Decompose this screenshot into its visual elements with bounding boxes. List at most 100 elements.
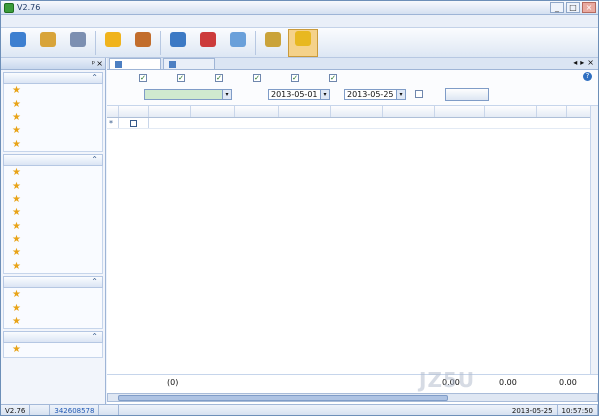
- toolbar-button-globe[interactable]: [3, 29, 33, 57]
- pin-icon[interactable]: ᵖ: [92, 59, 95, 68]
- toolbar: [1, 28, 598, 58]
- toolbar-separator: [95, 31, 96, 55]
- tab-prev-icon[interactable]: ◂: [573, 58, 577, 67]
- total-count: (0): [167, 378, 179, 387]
- tab-icon: [169, 60, 176, 68]
- menu-item[interactable]: [243, 16, 267, 26]
- filter-checkbox[interactable]: ✓: [139, 74, 147, 82]
- toolbar-separator: [160, 31, 161, 55]
- sidebar-item[interactable]: ★: [4, 343, 102, 356]
- data-grid: *: [107, 106, 598, 374]
- toolbar-button-exit[interactable]: [288, 29, 318, 57]
- column-header[interactable]: [435, 106, 485, 117]
- minimize-button[interactable]: _: [550, 2, 564, 13]
- menu-item[interactable]: [5, 16, 29, 26]
- sidebar-item[interactable]: ★: [4, 111, 102, 124]
- account-select[interactable]: ▾: [144, 88, 232, 100]
- sidebar-item[interactable]: ★: [4, 166, 102, 179]
- star-icon: ★: [12, 138, 21, 150]
- sidebar-item[interactable]: ★: [4, 179, 102, 192]
- maximize-button[interactable]: □: [566, 2, 580, 13]
- sidebar-item[interactable]: ★: [4, 315, 102, 328]
- status-info: [30, 405, 51, 415]
- tab-receivable-payable[interactable]: [163, 58, 215, 69]
- filter-checkbox[interactable]: ✓: [177, 74, 185, 82]
- status-link[interactable]: [99, 405, 120, 415]
- column-header[interactable]: [191, 106, 235, 117]
- table-row[interactable]: *: [107, 118, 598, 129]
- filter-checkbox[interactable]: ✓: [215, 74, 223, 82]
- column-header[interactable]: [279, 106, 331, 117]
- menu-item[interactable]: [209, 16, 233, 26]
- menu-item[interactable]: [175, 16, 199, 26]
- main-panel: ◂ ▸ × ✓ ✓ ✓ ✓ ✓ ✓ ? ▾ 2013-05-01 ▾ 2013-…: [107, 58, 598, 404]
- sidebar-section-header[interactable]: ⌃: [3, 153, 103, 166]
- date-from-input[interactable]: 2013-05-01 ▾: [268, 88, 330, 100]
- sidebar-item[interactable]: ★: [4, 288, 102, 301]
- row-select-cell[interactable]: [119, 118, 149, 128]
- column-header[interactable]: [537, 106, 567, 117]
- all-checkbox[interactable]: [415, 90, 423, 98]
- sidebar-item[interactable]: ★: [4, 233, 102, 246]
- tab-close-icon[interactable]: ×: [587, 58, 594, 67]
- column-header[interactable]: [485, 106, 537, 117]
- toolbar-button-document[interactable]: [63, 29, 93, 57]
- tab-next-icon[interactable]: ▸: [580, 58, 584, 67]
- sidebar-section-header[interactable]: ⌃: [3, 72, 103, 84]
- sidebar-item[interactable]: ★: [4, 97, 102, 110]
- status-time: 10:57:50: [558, 405, 598, 415]
- sidebar-item[interactable]: ★: [4, 84, 102, 97]
- column-header[interactable]: [235, 106, 279, 117]
- exit-icon: [295, 31, 311, 46]
- horizontal-scrollbar[interactable]: [107, 393, 598, 402]
- filter-checkbox[interactable]: ✓: [329, 74, 337, 82]
- sidebar-close-icon[interactable]: ×: [96, 59, 103, 68]
- column-header[interactable]: [149, 106, 191, 117]
- chevron-up-icon[interactable]: ⌃: [91, 332, 98, 341]
- chevron-up-icon[interactable]: ⌃: [91, 155, 98, 164]
- menu-item[interactable]: [39, 16, 63, 26]
- star-icon: ★: [12, 316, 21, 328]
- sidebar-item[interactable]: ★: [4, 246, 102, 259]
- menu-item[interactable]: [141, 16, 165, 26]
- column-header[interactable]: [331, 106, 383, 117]
- sidebar-item[interactable]: ★: [4, 138, 102, 151]
- menu-item[interactable]: [73, 16, 97, 26]
- toolbar-button-lock[interactable]: [258, 29, 288, 57]
- sidebar-item[interactable]: ★: [4, 206, 102, 219]
- sidebar-item[interactable]: ★: [4, 220, 102, 233]
- query-button[interactable]: [445, 87, 489, 101]
- sidebar-item[interactable]: ★: [4, 301, 102, 314]
- column-header[interactable]: [119, 106, 149, 117]
- toolbar-button-help[interactable]: [193, 29, 223, 57]
- toolbar-button-coins[interactable]: [33, 29, 63, 57]
- toolbar-button-refresh[interactable]: [163, 29, 193, 57]
- sidebar-section-header[interactable]: ⌃: [3, 331, 103, 344]
- date-to-value: 2013-05-25: [347, 89, 394, 99]
- tab-history-detail[interactable]: [109, 58, 161, 69]
- scrollbar-thumb[interactable]: [118, 395, 448, 401]
- menu-bar: [1, 15, 598, 28]
- sidebar-section-header[interactable]: ⌃: [3, 276, 103, 289]
- star-icon: ★: [12, 111, 21, 123]
- date-to-input[interactable]: 2013-05-25 ▾: [344, 88, 406, 100]
- filter-checkbox[interactable]: ✓: [253, 74, 261, 82]
- column-header[interactable]: [107, 106, 119, 117]
- help-icon[interactable]: ?: [583, 72, 592, 81]
- close-button[interactable]: ×: [582, 2, 596, 13]
- sidebar-item[interactable]: ★: [4, 260, 102, 273]
- sidebar-item[interactable]: ★: [4, 124, 102, 137]
- sidebar-item[interactable]: ★: [4, 193, 102, 206]
- menu-item[interactable]: [107, 16, 131, 26]
- toolbar-button-star[interactable]: [98, 29, 128, 57]
- chevron-up-icon[interactable]: ⌃: [91, 73, 98, 82]
- chevron-up-icon[interactable]: ⌃: [91, 277, 98, 286]
- column-header[interactable]: [383, 106, 435, 117]
- filter-checkbox[interactable]: ✓: [291, 74, 299, 82]
- toolbar-button-upgrade[interactable]: [223, 29, 253, 57]
- toolbar-button-calculator[interactable]: [128, 29, 158, 57]
- vertical-scrollbar[interactable]: [590, 106, 598, 374]
- app-window: V2.76 _ □ × ᵖ × ⌃ ★ ★ ★ ★ ★ ⌃ ★ ★ ★ ★ ★ ★ ★ ★ ⌃ ★ ★ ★ ⌃ ★: [0, 0, 599, 416]
- calculator-icon: [135, 32, 151, 47]
- sidebar: ᵖ × ⌃ ★ ★ ★ ★ ★ ⌃ ★ ★ ★ ★ ★ ★ ★ ★ ⌃ ★ ★ ★ ⌃ ★: [1, 58, 106, 404]
